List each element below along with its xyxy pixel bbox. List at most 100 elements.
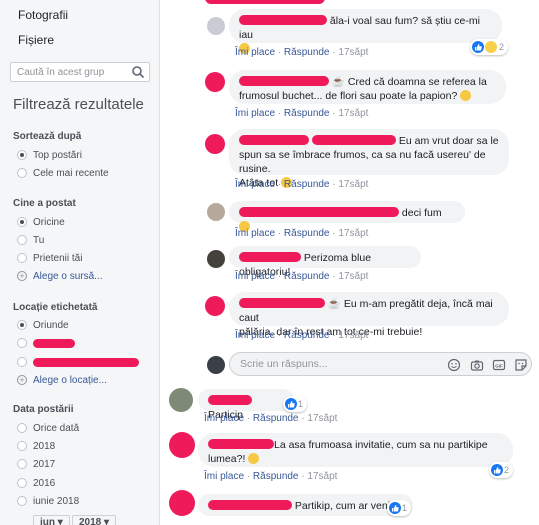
avatar[interactable] (169, 490, 195, 516)
reaction-number: 1 (298, 399, 304, 409)
avatar[interactable] (169, 388, 193, 412)
date-2017[interactable]: 2017 (17, 457, 55, 471)
timestamp[interactable]: 17săpt (338, 228, 368, 239)
reaction-number: 2 (499, 42, 505, 52)
reply-input[interactable] (240, 356, 440, 372)
reply-link[interactable]: Răspunde (284, 228, 330, 239)
redacted-name (239, 15, 327, 25)
comment-actions: Îmi place · Răspunde · 17săpt (235, 108, 369, 119)
reaction-count[interactable]: 2 (489, 462, 514, 478)
choose-source-link[interactable]: + Alege o sursă... (17, 269, 102, 283)
timestamp[interactable]: 17săpt (338, 330, 368, 341)
like-reaction-icon (491, 464, 503, 476)
timestamp[interactable]: 17săpt (307, 413, 337, 424)
radio[interactable] (17, 338, 27, 348)
comment-actions: Îmi place · Răspunde · 17săpt (235, 47, 369, 58)
date-june-2018[interactable]: iunie 2018 (17, 494, 79, 508)
timestamp[interactable]: 17săpt (338, 108, 368, 119)
posted-by-you[interactable]: Tu (17, 233, 44, 247)
smiling-emoji-icon (460, 90, 472, 101)
reaction-count[interactable]: 2 (470, 39, 509, 55)
gif-icon[interactable]: GIF (492, 358, 506, 372)
posted-by-friends[interactable]: Prietenii tăi (17, 251, 82, 265)
location-anywhere[interactable]: Oriunde (17, 318, 69, 332)
like-link[interactable]: Îmi place (235, 179, 275, 190)
timestamp[interactable]: 17săpt (307, 471, 337, 482)
date-2018[interactable]: 2018 (17, 439, 55, 453)
avatar[interactable] (207, 250, 225, 268)
comment-text: deci fum (401, 207, 442, 219)
radio-selected[interactable] (17, 217, 27, 227)
location-option-redacted-2[interactable] (17, 355, 139, 369)
haha-reaction-icon (485, 41, 497, 53)
like-link[interactable]: Îmi place (235, 108, 275, 119)
search-icon[interactable] (131, 65, 145, 79)
month-select[interactable]: iun ▾ (33, 515, 70, 525)
redacted-name (239, 298, 325, 308)
like-link[interactable]: Îmi place (204, 413, 244, 424)
reply-link[interactable]: Răspunde (253, 413, 299, 424)
filter-title: Filtrează rezultatele (13, 96, 144, 113)
radio[interactable] (17, 168, 27, 178)
radio[interactable] (17, 478, 27, 488)
radio[interactable] (17, 441, 27, 451)
avatar[interactable] (205, 134, 225, 154)
reply-link[interactable]: Răspunde (284, 47, 330, 58)
like-reaction-icon (389, 502, 401, 514)
radio[interactable] (17, 357, 27, 367)
group-search-input[interactable] (11, 63, 123, 81)
reply-link[interactable]: Răspunde (284, 108, 330, 119)
sort-recent[interactable]: Cele mai recente (17, 166, 109, 180)
sidebar-link-photos[interactable]: Fotografii (18, 8, 68, 22)
radio-selected[interactable] (17, 320, 27, 330)
coffee-icon: ☕ (331, 76, 345, 88)
comment-actions: Îmi place · Răspunde · 17săpt (204, 471, 338, 482)
reaction-count[interactable]: 1 (283, 396, 308, 412)
timestamp[interactable]: 17săpt (338, 271, 368, 282)
radio[interactable] (17, 235, 27, 245)
like-link[interactable]: Îmi place (235, 47, 275, 58)
option-label: Oriunde (33, 319, 69, 331)
camera-icon[interactable] (470, 358, 484, 372)
sticker-icon[interactable] (514, 358, 528, 372)
reply-link[interactable]: Răspunde (284, 271, 330, 282)
svg-text:GIF: GIF (495, 363, 503, 368)
comment-actions: Îmi place · Răspunde · 17săpt (235, 330, 369, 341)
posted-by-anyone[interactable]: Oricine (17, 215, 65, 229)
year-select[interactable]: 2018 ▾ (72, 515, 117, 525)
reply-link[interactable]: Răspunde (253, 471, 299, 482)
like-link[interactable]: Îmi place (204, 471, 244, 482)
radio[interactable] (17, 459, 27, 469)
like-link[interactable]: Îmi place (235, 330, 275, 341)
avatar[interactable] (207, 17, 225, 35)
group-search (10, 62, 150, 82)
radio[interactable] (17, 423, 27, 433)
timestamp[interactable]: 17săpt (338, 47, 368, 58)
reply-composer: GIF (229, 352, 532, 376)
comment-bubble: Perizoma blue obligatoriu! (229, 246, 421, 278)
reply-link[interactable]: Răspunde (284, 330, 330, 341)
date-any[interactable]: Orice dată (17, 421, 79, 435)
radio[interactable] (17, 253, 27, 263)
comments-area: ăla-i voal sau fum? să știu ce-mi iau Îm… (161, 0, 539, 525)
sort-top-posts[interactable]: Top postări (17, 148, 82, 162)
like-link[interactable]: Îmi place (235, 228, 275, 239)
radio-selected[interactable] (17, 150, 27, 160)
avatar[interactable] (169, 432, 195, 458)
location-option-redacted-1[interactable] (17, 336, 75, 350)
smiley-icon[interactable] (447, 358, 461, 372)
avatar[interactable] (207, 203, 225, 221)
reaction-count[interactable]: 1 (387, 500, 412, 516)
radio[interactable] (17, 496, 27, 506)
sidebar-link-files[interactable]: Fișiere (18, 33, 54, 47)
avatar[interactable] (205, 296, 225, 316)
timestamp[interactable]: 17săpt (338, 179, 368, 190)
option-label: 2018 (33, 440, 56, 452)
date-2016[interactable]: 2016 (17, 476, 55, 490)
choose-location-link[interactable]: + Alege o locație... (17, 373, 107, 387)
avatar[interactable] (205, 72, 225, 92)
like-link[interactable]: Îmi place (235, 271, 275, 282)
comment-text: La asa frumoasa invitatie, cum sa nu par… (274, 439, 488, 451)
option-label: Oricine (33, 216, 65, 228)
reply-link[interactable]: Răspunde (284, 179, 330, 190)
